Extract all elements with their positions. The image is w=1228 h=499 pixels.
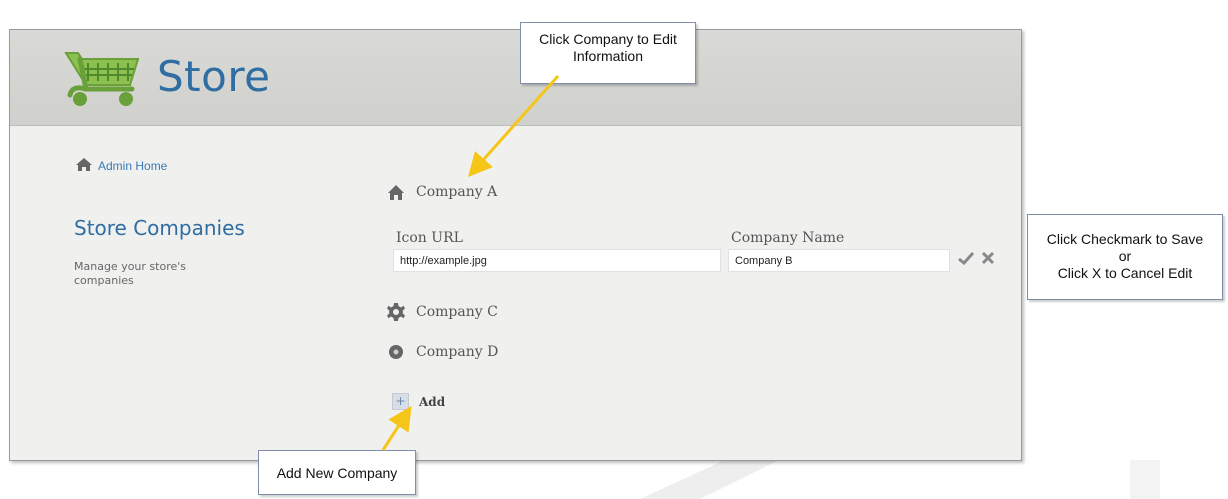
icon-url-input[interactable] <box>393 249 721 272</box>
callout-save: Click Checkmark to Save or Click X to Ca… <box>1027 214 1223 300</box>
app-window: Store Admin Home Store Companies Manage … <box>9 29 1022 461</box>
company-item-c[interactable]: Company C <box>386 302 498 322</box>
admin-home-link[interactable]: Admin Home <box>76 156 167 175</box>
disc-icon <box>386 342 406 362</box>
company-item-d[interactable]: Company D <box>386 342 498 362</box>
callout-edit-line1: Click Company to Edit <box>539 31 677 47</box>
callout-save-line2: or <box>1118 248 1132 264</box>
save-button[interactable] <box>957 249 975 267</box>
close-icon <box>981 251 995 265</box>
cancel-button[interactable] <box>979 249 997 267</box>
company-name: Company A <box>416 184 498 200</box>
checkmark-icon <box>958 251 974 265</box>
page-description: Manage your store's companies <box>74 260 186 287</box>
company-name: Company C <box>416 304 498 320</box>
callout-edit: Click Company to Edit Information <box>520 22 696 84</box>
callout-add-line1: Add New Company <box>276 465 398 481</box>
add-label: Add <box>419 394 446 409</box>
company-name-input[interactable] <box>728 249 950 272</box>
plus-icon: + <box>392 393 409 410</box>
add-company-button[interactable]: + Add <box>392 393 445 410</box>
gear-icon <box>386 302 406 322</box>
callout-save-line1: Click Checkmark to Save <box>1046 231 1204 247</box>
callout-save-line3: Click X to Cancel Edit <box>1057 265 1193 281</box>
icon-url-label: Icon URL <box>396 230 463 246</box>
page-title: Store Companies <box>74 216 245 240</box>
callout-add: Add New Company <box>258 450 416 495</box>
company-item-a[interactable]: Company A <box>386 182 497 202</box>
home-icon <box>76 156 92 175</box>
company-name: Company D <box>416 344 499 360</box>
app-header: Store <box>10 30 1021 126</box>
callout-edit-line2: Information <box>572 48 644 64</box>
brand-title: Store <box>157 52 271 101</box>
company-name-label: Company Name <box>731 230 845 246</box>
home-icon <box>386 182 406 202</box>
shopping-cart-icon <box>58 39 148 115</box>
admin-home-label: Admin Home <box>98 158 168 173</box>
